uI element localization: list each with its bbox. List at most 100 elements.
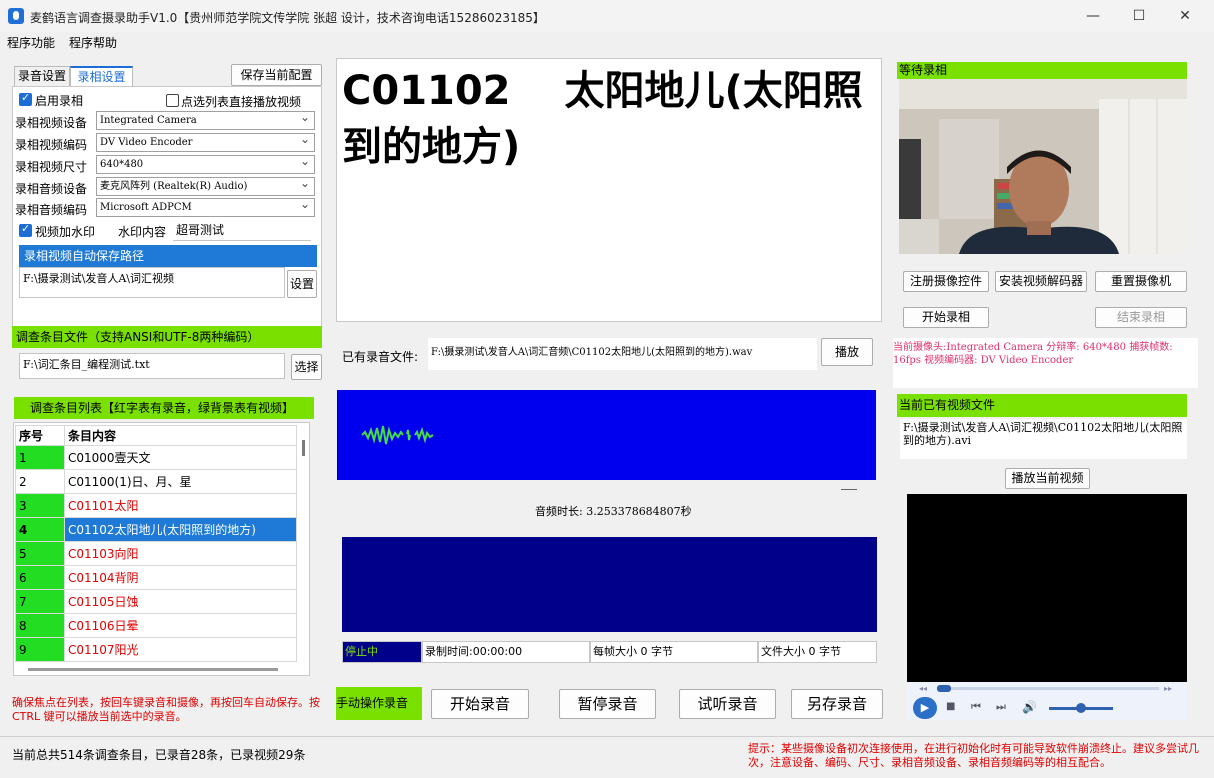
watermark-checkbox[interactable]: [19, 222, 32, 237]
frame-size: 每帧大小 0 字节: [590, 641, 758, 663]
table-row[interactable]: 4 C01102太阳地儿(太阳照到的地方): [15, 517, 297, 542]
video-codec-select[interactable]: DV Video Encoder: [96, 133, 315, 152]
audio-waveform-display: [336, 390, 876, 480]
video-player-screen[interactable]: [907, 494, 1187, 682]
menu-program-help[interactable]: 程序帮助: [69, 34, 117, 51]
row-number: 1: [15, 445, 65, 470]
row-number: 7: [15, 589, 65, 614]
forward-small-icon[interactable]: ▸▸: [1164, 684, 1172, 693]
survey-file-input[interactable]: F:\词汇条目_编程测试.txt: [19, 353, 285, 379]
video-size-select[interactable]: 640*480: [96, 155, 315, 174]
row-number: 5: [15, 541, 65, 566]
row-number: 6: [15, 565, 65, 590]
row-content: C01104背阴: [64, 565, 297, 590]
tab-audio-settings[interactable]: 录音设置: [14, 66, 70, 86]
set-path-button[interactable]: 设置: [287, 270, 317, 298]
item-list-table: 序号 条目内容 1 C01000壹天文 2 C01100(1)日、月、星 3 C01101…: [15, 425, 297, 662]
minimize-button[interactable]: —: [1070, 0, 1116, 32]
recording-state: 停止中: [342, 641, 422, 663]
row-number: 4: [15, 517, 65, 542]
list-vertical-scrollbar[interactable]: [302, 440, 305, 456]
tip-text: 提示：某些摄像设备初次连接使用，在进行初始化时有可能导致软件崩溃终止。建议多尝试…: [748, 742, 1199, 769]
row-content: C01105日蚀: [64, 589, 297, 614]
row-content: C01103向阳: [64, 541, 297, 566]
audio-codec-select[interactable]: Microsoft ADPCM: [96, 198, 315, 217]
close-button[interactable]: ✕: [1162, 0, 1208, 32]
table-row[interactable]: 5 C01103向阳: [15, 541, 297, 566]
current-word-display: C01102 太阳地儿(太阳照到的地方): [336, 58, 882, 322]
stop-icon[interactable]: ■: [946, 701, 955, 712]
camera-feed-image: [899, 79, 1187, 254]
usage-hint-text: 确保焦点在列表，按回车键录音和摄像，再按回车自动保存。按CTRL 键可以播放当前…: [12, 696, 320, 723]
row-number: 8: [15, 613, 65, 638]
manual-record-label: 手动操作录音: [336, 687, 422, 720]
row-content: C01107阳光: [64, 637, 297, 662]
next-icon[interactable]: ⏭: [996, 700, 1006, 714]
waveform-svg: [336, 390, 434, 480]
tab-video-settings[interactable]: 录相设置: [70, 66, 133, 86]
audio-device-label: 录相音频设备: [15, 182, 88, 196]
video-player-controls: ◂◂ ▸▸ ▶ ■ ⏮ ⏭ 🔊: [907, 682, 1187, 720]
audio-device-select[interactable]: 麦克风阵列 (Realtek(R) Audio): [96, 177, 315, 196]
table-row[interactable]: 8 C01106日晕: [15, 613, 297, 638]
pause-recording-button[interactable]: 暂停录音: [559, 689, 656, 719]
item-list-header: 调查条目列表【红字表有录音，绿背景表有视频】: [14, 397, 314, 419]
audio-duration-text: 音频时长: 3.253378684807秒: [535, 505, 692, 518]
list-horizontal-scrollbar[interactable]: [28, 668, 278, 671]
waveform-scroll-marker: [841, 489, 857, 490]
seek-bar[interactable]: [937, 687, 1159, 690]
table-row[interactable]: 2 C01100(1)日、月、星: [15, 469, 297, 494]
video-size-label: 录相视频尺寸: [15, 160, 88, 174]
row-content: C01101太阳: [64, 493, 297, 518]
choose-file-button[interactable]: 选择: [291, 354, 322, 380]
volume-icon[interactable]: 🔊: [1022, 700, 1037, 714]
video-file-header: 当前已有视频文件: [897, 394, 1187, 417]
rewind-small-icon[interactable]: ◂◂: [919, 684, 927, 693]
table-row[interactable]: 1 C01000壹天文: [15, 445, 297, 470]
volume-thumb[interactable]: [1076, 703, 1086, 713]
row-number: 3: [15, 493, 65, 518]
column-header-content[interactable]: 条目内容: [64, 425, 297, 446]
menu-program-functions[interactable]: 程序功能: [7, 34, 55, 51]
footer-divider: [0, 736, 1214, 737]
enable-video-checkbox[interactable]: [19, 91, 32, 106]
survey-file-header: 调查条目文件（支持ANSI和UTF-8两种编码）: [12, 326, 322, 348]
previous-icon[interactable]: ⏮: [971, 700, 981, 714]
title-bar: 麦鹤语言调查摄录助手V1.0【贵州师范学院文传学院 张超 设计，技术咨询电话15…: [0, 0, 1214, 32]
camera-info-text: 当前摄像头:Integrated Camera 分辩率: 640*480 捕获帧…: [893, 342, 1173, 366]
window-title: 麦鹤语言调查摄录助手V1.0【贵州师范学院文传学院 张超 设计，技术咨询电话15…: [30, 11, 545, 25]
table-row[interactable]: 9 C01107阳光: [15, 637, 297, 662]
save-as-recording-button[interactable]: 另存录音: [791, 689, 883, 719]
preview-recording-button[interactable]: 试听录音: [679, 689, 776, 719]
install-decoder-button[interactable]: 安装视频解码器: [995, 271, 1087, 292]
stop-video-record-button[interactable]: 结束录相: [1095, 307, 1187, 328]
click-play-checkbox[interactable]: [166, 94, 179, 107]
video-file-path: F:\摄录测试\发音人A\词汇视频\C01102太阳地儿(太阳照到的地方).av…: [900, 419, 1187, 459]
wait-record-label: 等待录相: [897, 62, 1187, 79]
row-number: 9: [15, 637, 65, 662]
audio-codec-label: 录相音频编码: [15, 203, 88, 217]
watermark-input[interactable]: 超哥测试: [173, 219, 311, 241]
table-row[interactable]: 7 C01105日蚀: [15, 589, 297, 614]
register-camera-button[interactable]: 注册摄像控件: [903, 271, 989, 292]
video-device-select[interactable]: Integrated Camera: [96, 111, 315, 130]
maximize-button[interactable]: ☐: [1116, 0, 1162, 32]
reset-camera-button[interactable]: 重置摄像机: [1095, 271, 1187, 292]
row-number: 2: [15, 469, 65, 494]
seek-thumb[interactable]: [937, 685, 951, 692]
watermark-content-label: 水印内容: [118, 225, 167, 239]
row-content: C01102太阳地儿(太阳照到的地方): [64, 517, 297, 542]
play-current-video-button[interactable]: 播放当前视频: [1005, 468, 1090, 489]
record-time: 录制时间:00:00:00: [422, 641, 590, 663]
column-header-number[interactable]: 序号: [15, 425, 65, 446]
start-video-record-button[interactable]: 开始录相: [903, 307, 989, 328]
table-row[interactable]: 6 C01104背阴: [15, 565, 297, 590]
start-recording-button[interactable]: 开始录音: [431, 689, 529, 719]
save-path-input[interactable]: F:\摄录测试\发音人A\词汇视频: [19, 267, 285, 298]
play-audio-button[interactable]: 播放: [821, 338, 873, 366]
table-row[interactable]: 3 C01101太阳: [15, 493, 297, 518]
save-config-button[interactable]: 保存当前配置: [231, 64, 322, 86]
app-microphone-icon: [8, 8, 24, 24]
play-icon[interactable]: ▶: [913, 697, 937, 719]
recording-waveform-display: [342, 537, 877, 632]
